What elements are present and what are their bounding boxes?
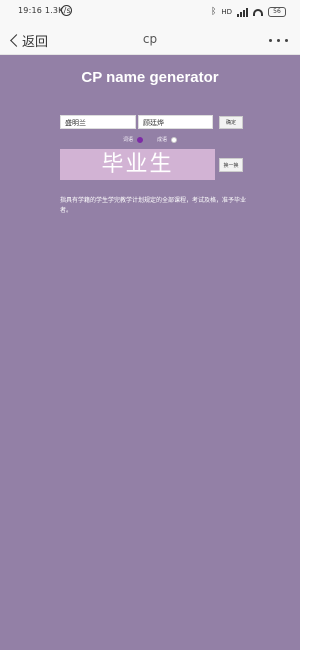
more-options-icon[interactable] <box>269 39 288 42</box>
app-title: CP name generator <box>81 69 219 86</box>
page-title: cp <box>142 32 158 46</box>
battery-icon: 56 <box>268 7 286 17</box>
bluetooth-icon: ᛒ <box>210 7 217 17</box>
hd-badge: HD <box>221 8 232 16</box>
signal-icon <box>237 7 248 17</box>
name-input-2[interactable]: 顾廷烨 <box>138 115 213 129</box>
mode-radio-words[interactable] <box>137 136 143 143</box>
mode-label-idioms: 成语 <box>157 137 168 143</box>
mode-label-words: 词语 <box>122 137 133 143</box>
name-input-1[interactable]: 盛明兰 <box>60 115 136 129</box>
mode-selector: 词语 成语 <box>0 136 300 143</box>
confirm-button[interactable]: 确定 <box>219 116 243 129</box>
mode-radio-idioms[interactable] <box>171 136 178 143</box>
refresh-button[interactable]: 换一换 <box>219 158 243 172</box>
generated-name: 毕业生 <box>60 149 215 180</box>
wifi-icon <box>253 8 263 16</box>
word-definition: 指具有学籍的学生学完教学计划规定的全部课程，考试及格，准予毕业者。 <box>60 197 247 214</box>
nav-bar: 返回 cp <box>0 26 300 55</box>
status-icons: ᛒ HD 56 <box>211 6 286 18</box>
status-bar: 19:16 1.3K/s ᛒ HD 56 <box>0 0 300 26</box>
generator-panel: CP name generator 盛明兰 顾廷烨 确定 词语 成语 毕业生 换… <box>0 55 300 650</box>
alarm-icon <box>61 5 72 16</box>
